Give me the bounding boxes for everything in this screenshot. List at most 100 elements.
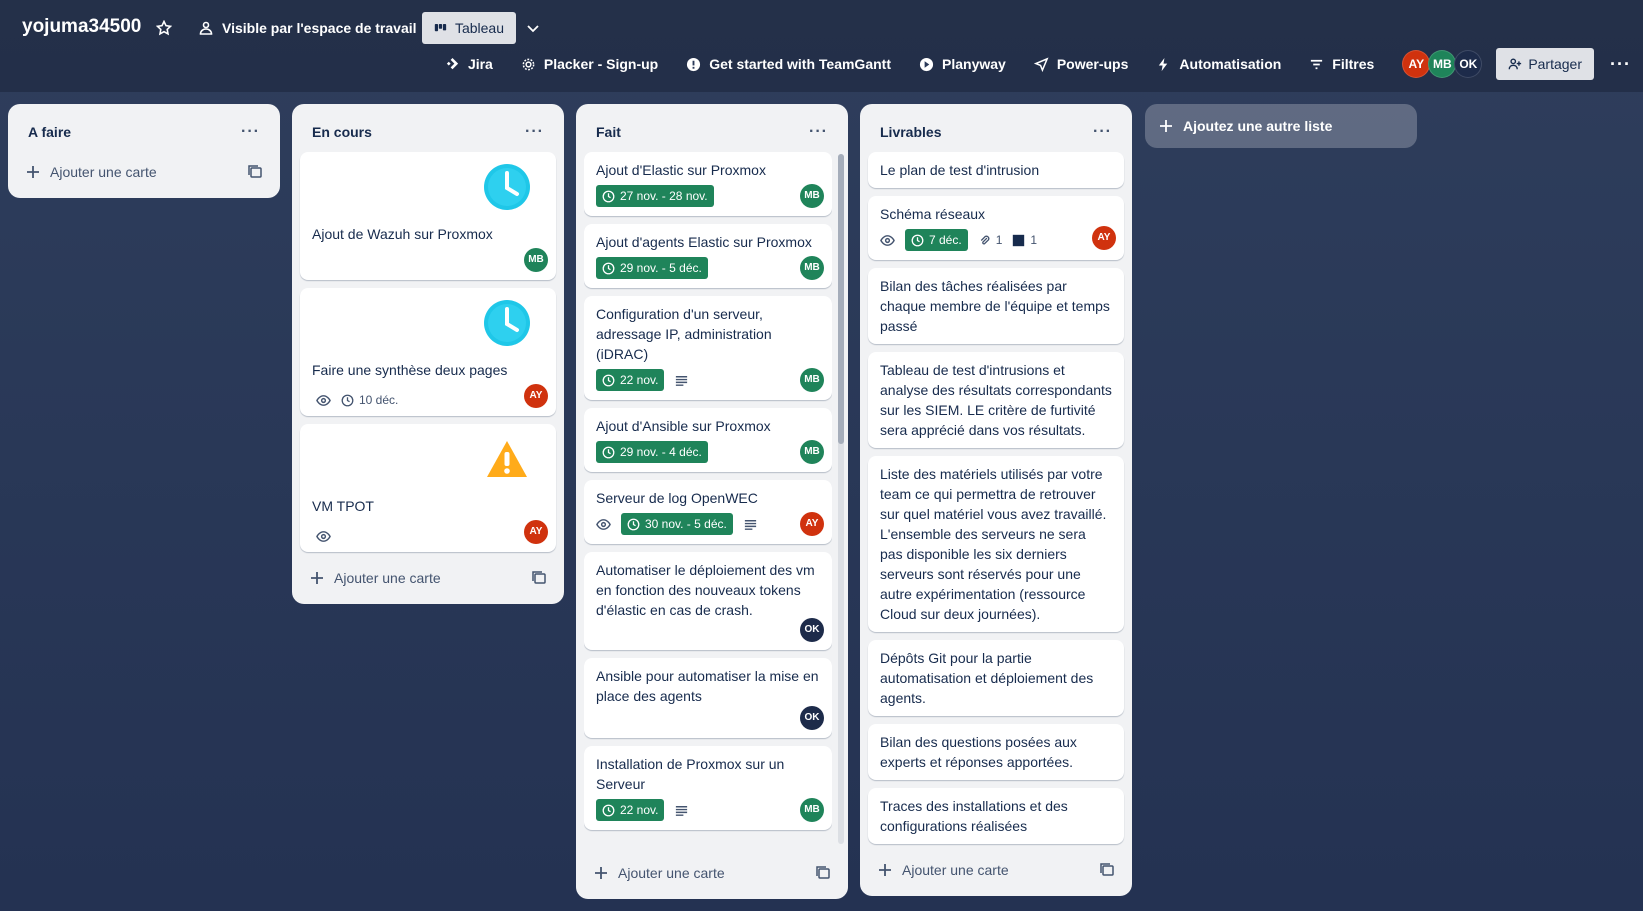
add-list-button[interactable]: Ajoutez une autre liste: [1145, 104, 1417, 148]
card[interactable]: Automatiser le déploiement des vm en fon…: [584, 552, 832, 650]
list-menu-icon[interactable]: ···: [241, 123, 260, 141]
template-icon[interactable]: [816, 866, 830, 880]
avatar[interactable]: MB: [800, 440, 824, 464]
list-header[interactable]: En cours ···: [300, 112, 556, 152]
list-title[interactable]: Fait: [596, 124, 621, 140]
card[interactable]: Liste des matériels utilisés par votre t…: [868, 456, 1124, 632]
list-scrollbar[interactable]: [838, 154, 844, 844]
card[interactable]: Ansible pour automatiser la mise en plac…: [584, 658, 832, 738]
card[interactable]: Serveur de log OpenWEC 30 nov. - 5 déc. …: [584, 480, 832, 544]
card[interactable]: Ajout d'Elastic sur Proxmox 27 nov. - 28…: [584, 152, 832, 216]
list-menu-icon[interactable]: ···: [809, 123, 828, 141]
due-date-badge[interactable]: 29 nov. - 5 déc.: [596, 257, 708, 279]
placker-button[interactable]: Placker - Sign-up: [521, 56, 658, 72]
card-title: Serveur de log OpenWEC: [596, 490, 758, 506]
due-date-badge[interactable]: 29 nov. - 4 déc.: [596, 441, 708, 463]
due-date-badge[interactable]: 7 déc.: [905, 229, 968, 251]
powerups-button[interactable]: Power-ups: [1033, 56, 1128, 72]
card[interactable]: Faire une synthèse deux pages 10 déc. AY: [300, 288, 556, 416]
checklist-badge: 1: [1012, 230, 1037, 250]
card[interactable]: Le plan de test d'intrusion: [868, 152, 1124, 188]
due-date-badge[interactable]: 30 nov. - 5 déc.: [621, 513, 733, 535]
visibility-button[interactable]: Visible par l'espace de travail: [198, 12, 417, 44]
star-button[interactable]: [156, 12, 172, 44]
avatar[interactable]: AY: [524, 520, 548, 544]
plus-icon: [1160, 120, 1172, 132]
list-header[interactable]: Fait ···: [584, 112, 840, 152]
due-date-badge[interactable]: 10 déc.: [341, 390, 398, 410]
visibility-label: Visible par l'espace de travail: [222, 20, 417, 36]
card[interactable]: Dépôts Git pour la partie automatisation…: [868, 640, 1124, 716]
list-header[interactable]: A faire ···: [16, 112, 272, 152]
eye-icon: [880, 233, 895, 248]
view-menu-button[interactable]: [525, 12, 541, 44]
board-menu-button[interactable]: ···: [1610, 54, 1631, 75]
card-title: Ansible pour automatiser la mise en plac…: [596, 668, 819, 704]
card[interactable]: Ajout de Wazuh sur Proxmox MB: [300, 152, 556, 280]
card[interactable]: VM TPOT AY: [300, 424, 556, 552]
clock-small-icon: [602, 190, 615, 202]
template-icon[interactable]: [1100, 863, 1114, 877]
list-title[interactable]: Livrables: [880, 124, 941, 140]
card[interactable]: Tableau de test d'intrusions et analyse …: [868, 352, 1124, 448]
share-button[interactable]: Partager: [1496, 48, 1595, 80]
add-card-button[interactable]: Ajouter une carte: [16, 154, 272, 190]
list-header[interactable]: Livrables ···: [868, 112, 1124, 152]
view-switcher-button[interactable]: Tableau: [422, 12, 516, 44]
avatar[interactable]: MB: [1428, 50, 1457, 78]
card[interactable]: Traces des installations et des configur…: [868, 788, 1124, 844]
avatar[interactable]: AY: [1092, 226, 1116, 250]
clock-small-icon: [911, 234, 924, 246]
add-card-button[interactable]: Ajouter une carte: [584, 855, 840, 891]
board-header: yojuma34500 Visible par l'espace de trav…: [0, 0, 1643, 92]
list-menu-icon[interactable]: ···: [1093, 123, 1112, 141]
gear-icon: [522, 58, 535, 70]
add-card-button[interactable]: Ajouter une carte: [868, 852, 1124, 888]
placker-label: Placker - Sign-up: [543, 56, 659, 72]
due-date-badge[interactable]: 22 nov.: [596, 369, 665, 391]
template-icon[interactable]: [248, 165, 262, 179]
board-title[interactable]: yojuma34500: [22, 16, 141, 38]
jira-button[interactable]: Jira: [445, 56, 493, 72]
filters-button[interactable]: Filtres: [1309, 56, 1374, 72]
teamgantt-label: Get started with TeamGantt: [709, 56, 891, 72]
avatar[interactable]: OK: [800, 706, 824, 730]
automation-button[interactable]: Automatisation: [1156, 56, 1281, 72]
card-title: Ajout de Wazuh sur Proxmox: [312, 226, 493, 242]
list-title[interactable]: A faire: [28, 124, 71, 140]
list-title[interactable]: En cours: [312, 124, 372, 140]
card[interactable]: Bilan des tâches réalisées par chaque me…: [868, 268, 1124, 344]
due-date-badge[interactable]: 27 nov. - 28 nov.: [596, 185, 714, 207]
avatar[interactable]: MB: [524, 248, 548, 272]
card[interactable]: Schéma réseaux 7 déc. 1 1 AY: [868, 196, 1124, 260]
card-badges: 22 nov.: [596, 798, 820, 822]
attachments-badge: 1: [978, 230, 1002, 250]
avatar[interactable]: OK: [1454, 50, 1483, 78]
due-date-badge[interactable]: 22 nov.: [596, 799, 665, 821]
card-badges: 7 déc. 1 1: [880, 228, 1112, 252]
scrollbar-thumb[interactable]: [838, 154, 844, 444]
avatar[interactable]: AY: [800, 512, 824, 536]
board-members[interactable]: AY MB OK: [1402, 50, 1483, 78]
card[interactable]: Configuration d'un serveur, adressage IP…: [584, 296, 832, 400]
jira-icon: [446, 57, 459, 69]
teamgantt-button[interactable]: Get started with TeamGantt: [686, 56, 891, 72]
avatar[interactable]: AY: [1402, 50, 1431, 78]
card[interactable]: Installation de Proxmox sur un Serveur 2…: [584, 746, 832, 830]
card[interactable]: Ajout d'agents Elastic sur Proxmox 29 no…: [584, 224, 832, 288]
avatar[interactable]: AY: [524, 384, 548, 408]
avatar[interactable]: MB: [800, 256, 824, 280]
avatar[interactable]: OK: [800, 618, 824, 642]
template-icon[interactable]: [532, 571, 546, 585]
card[interactable]: Bilan des questions posées aux experts e…: [868, 724, 1124, 780]
avatar[interactable]: MB: [800, 184, 824, 208]
card[interactable]: Ajout d'Ansible sur Proxmox 29 nov. - 4 …: [584, 408, 832, 472]
add-card-button[interactable]: Ajouter une carte: [300, 560, 556, 596]
avatar[interactable]: MB: [800, 368, 824, 392]
planyway-button[interactable]: Planyway: [919, 56, 1006, 72]
card-title: Automatiser le déploiement des vm en fon…: [596, 562, 815, 618]
clock-small-icon: [341, 394, 354, 406]
avatar[interactable]: MB: [800, 798, 824, 822]
list-menu-icon[interactable]: ···: [525, 123, 544, 141]
warning-icon: [483, 436, 531, 480]
